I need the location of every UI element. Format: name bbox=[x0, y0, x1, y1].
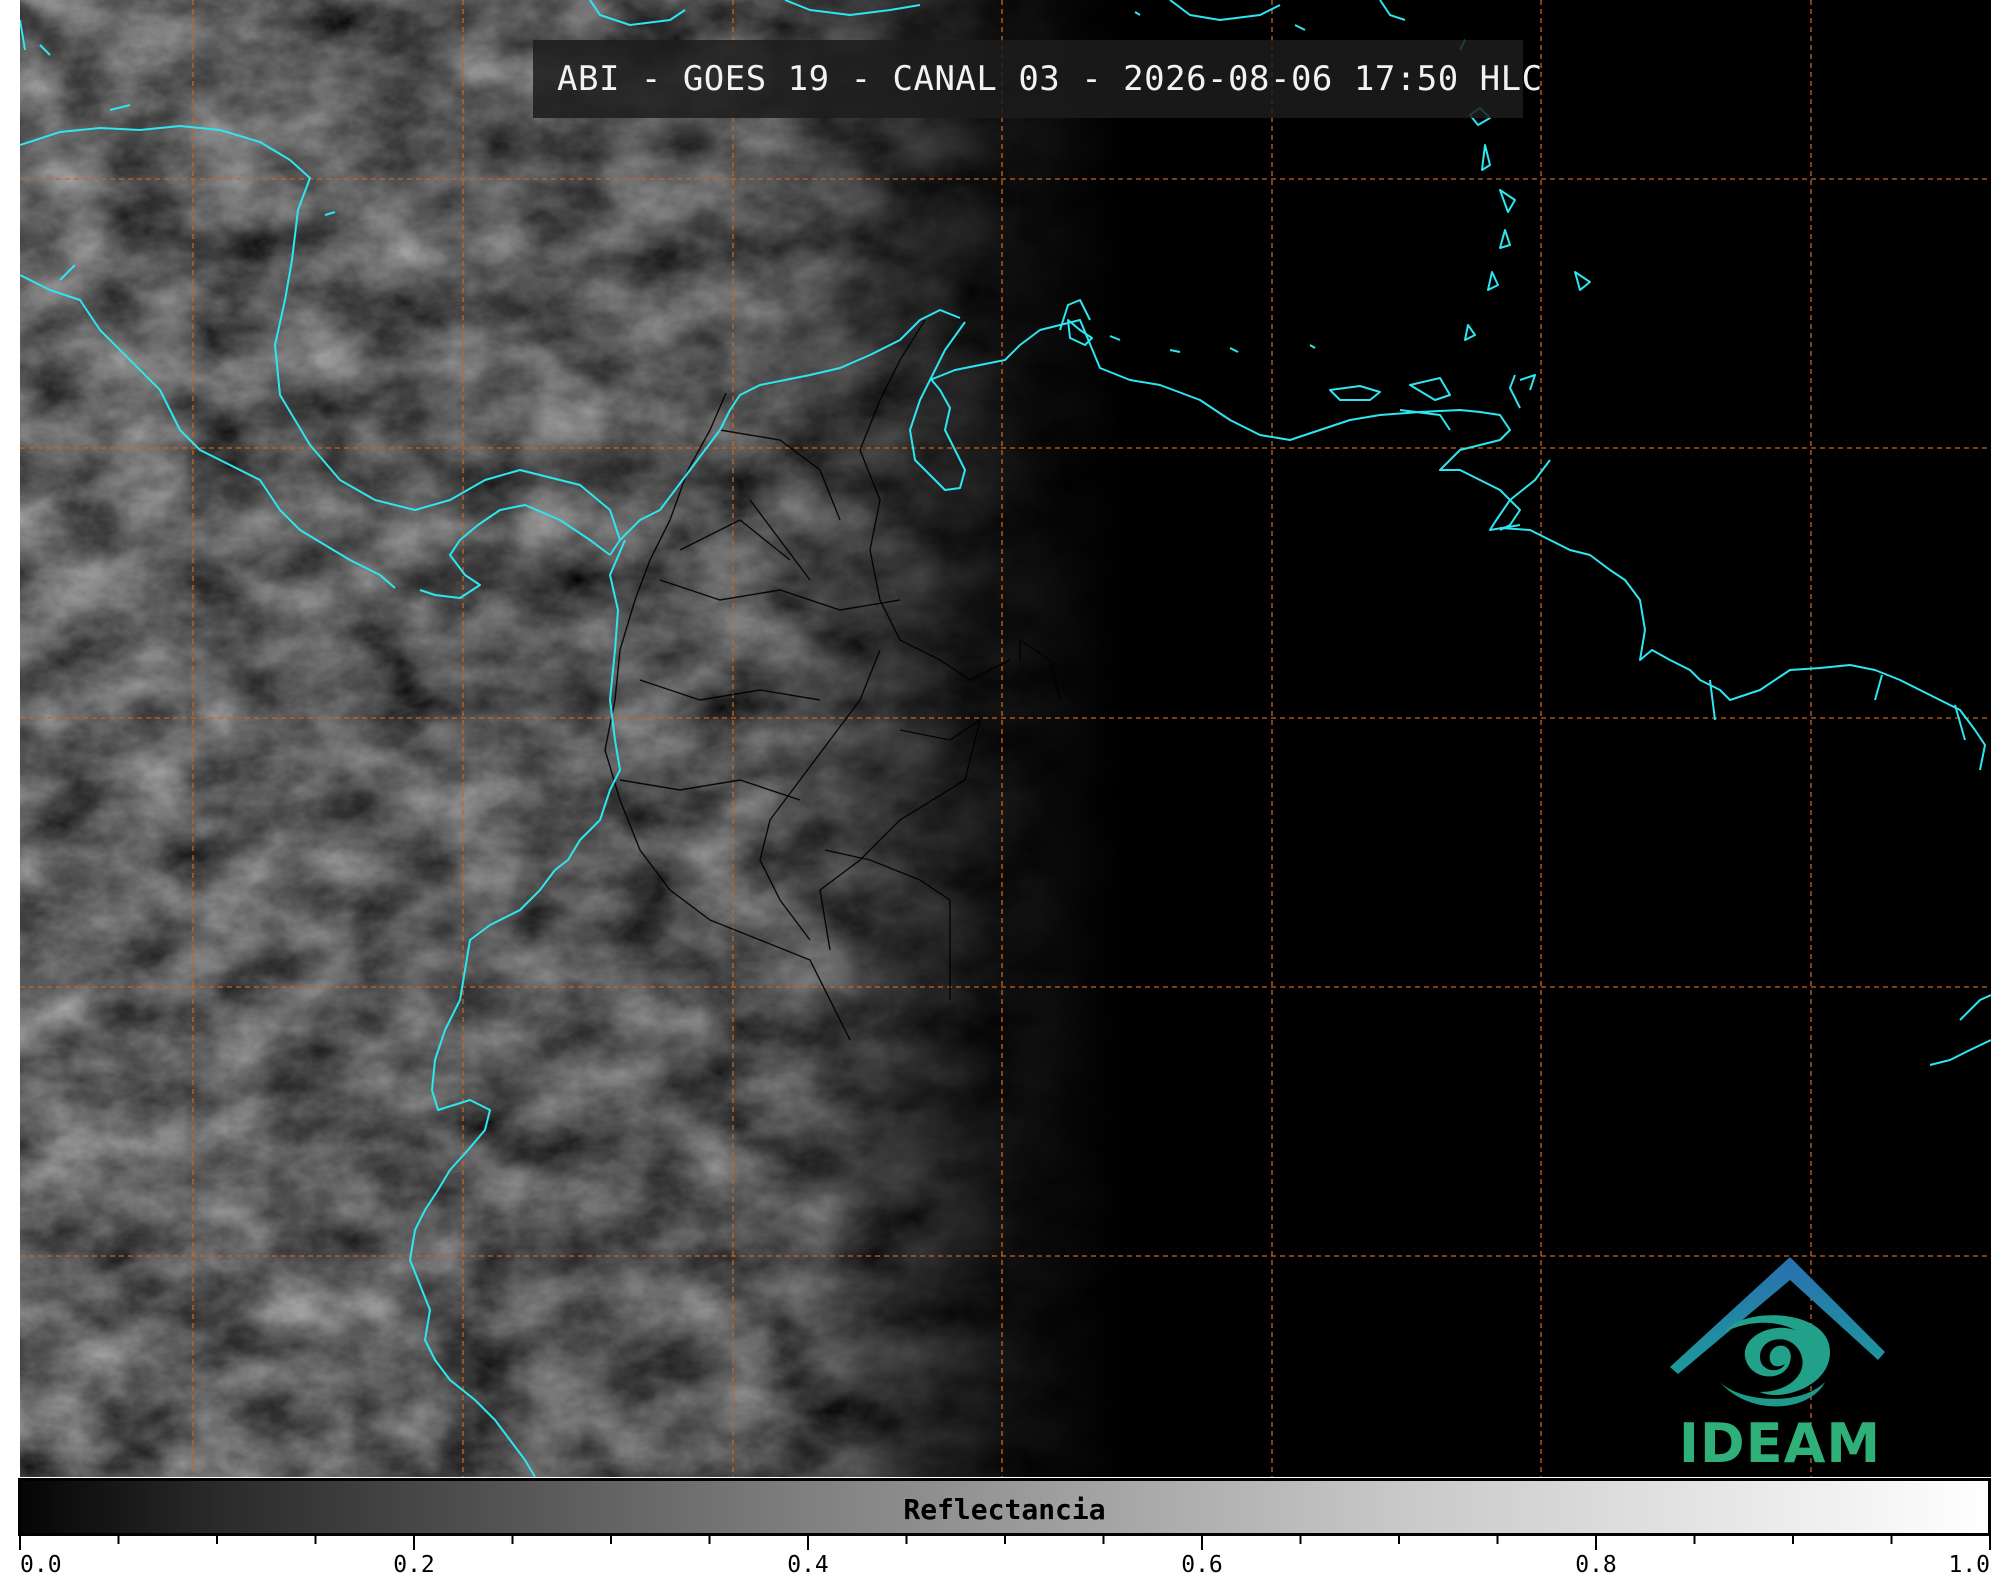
colorbar-tick-label: 0.8 bbox=[1575, 1552, 1617, 1577]
colorbar-tick-label: 1.0 bbox=[1948, 1552, 1990, 1577]
ideam-emblem-icon bbox=[1670, 1257, 1885, 1407]
colorbar-label: Reflectancia bbox=[903, 1493, 1106, 1526]
colorbar-tick-label: 0.4 bbox=[787, 1552, 829, 1577]
title-banner: ABI - GOES 19 - CANAL 03 - 2026-08-06 17… bbox=[533, 40, 1542, 118]
satellite-image: ABI - GOES 19 - CANAL 03 - 2026-08-06 17… bbox=[20, 0, 1991, 1477]
ideam-logo: IDEAM bbox=[1660, 1252, 1900, 1477]
reflectance-colorbar: Reflectancia bbox=[18, 1478, 1991, 1536]
map-title: ABI - GOES 19 - CANAL 03 - 2026-08-06 17… bbox=[557, 59, 1543, 99]
colorbar-ticks: 0.0 0.2 0.4 0.6 0.8 1.0 bbox=[19, 1536, 1991, 1577]
colorbar-tick-label: 0.0 bbox=[20, 1552, 62, 1577]
colorbar-tick-label: 0.6 bbox=[1181, 1552, 1223, 1577]
colorbar-tick-label: 0.2 bbox=[393, 1552, 435, 1577]
ideam-logo-text: IDEAM bbox=[1678, 1412, 1882, 1475]
